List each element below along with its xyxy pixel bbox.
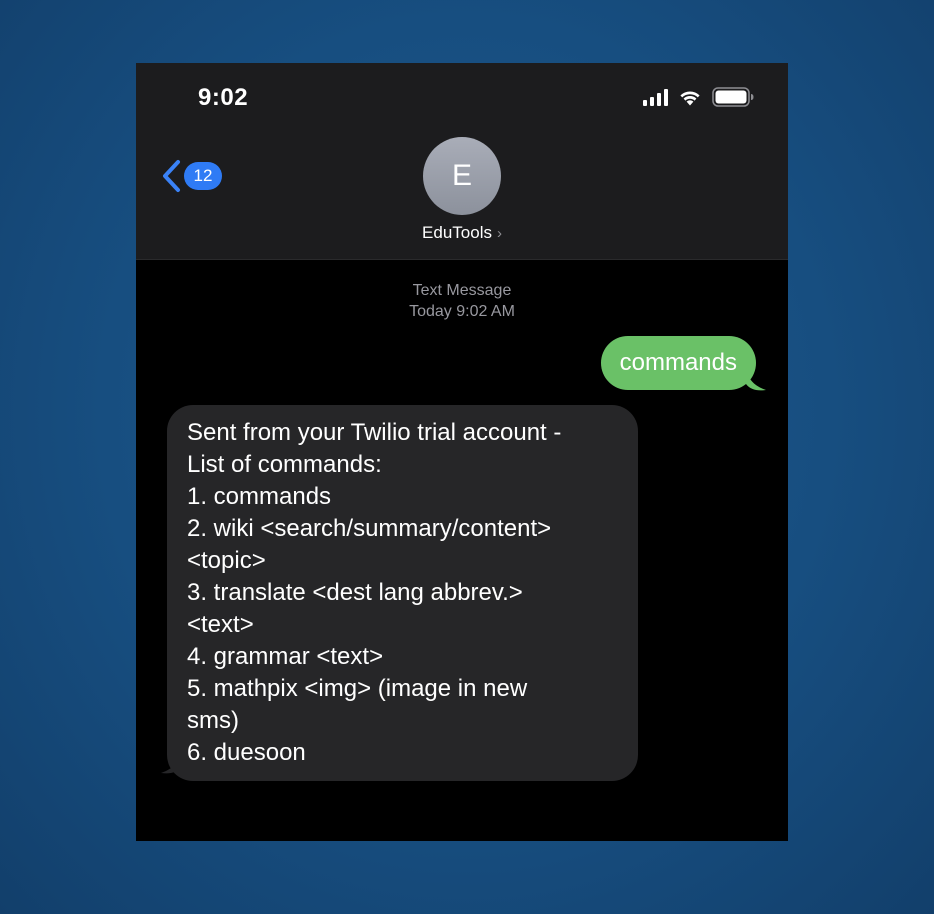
battery-icon: [712, 87, 754, 107]
message-line: 6. duesoon: [187, 739, 306, 766]
message-timestamp: Today 9:02 AM: [409, 303, 515, 320]
chevron-right-icon: ›: [496, 224, 502, 242]
contact-info: E EduTools ›: [136, 137, 788, 243]
message-line: 3. translate <dest lang abbrev.>: [187, 579, 523, 606]
conversation-meta: Text Message Today 9:02 AM: [136, 280, 788, 322]
phone-screen: 9:02 12 E EduTools › Text Message Today …: [136, 63, 788, 841]
conversation-header: 9:02 12 E EduTools ›: [136, 63, 788, 260]
message-line: sms): [187, 707, 239, 734]
message-line: 1. commands: [187, 483, 332, 510]
status-time: 9:02: [198, 84, 249, 111]
message-line: List of commands:: [187, 451, 382, 478]
message-line: Sent from your Twilio trial account -: [187, 419, 562, 446]
sent-bubble-tail: [746, 368, 766, 391]
received-message-bubble[interactable]: Sent from your Twilio trial account - Li…: [167, 405, 638, 781]
message-line: 2. wiki <search/summary/content>: [187, 515, 552, 542]
contact-name-button[interactable]: EduTools ›: [422, 223, 502, 243]
message-line: <text>: [187, 611, 254, 638]
message-line: 5. mathpix <img> (image in new: [187, 675, 528, 702]
message-line: <topic>: [187, 547, 266, 574]
message-line: 4. grammar <text>: [187, 643, 384, 670]
wifi-icon: [678, 88, 702, 106]
channel-label: Text Message: [412, 282, 512, 299]
sent-message-bubble[interactable]: commands: [600, 336, 756, 390]
contact-avatar[interactable]: E: [423, 137, 501, 215]
contact-name: EduTools: [422, 223, 492, 242]
received-bubble-tail: [161, 751, 181, 774]
status-icons: [643, 87, 754, 107]
signal-icon: [643, 88, 668, 106]
